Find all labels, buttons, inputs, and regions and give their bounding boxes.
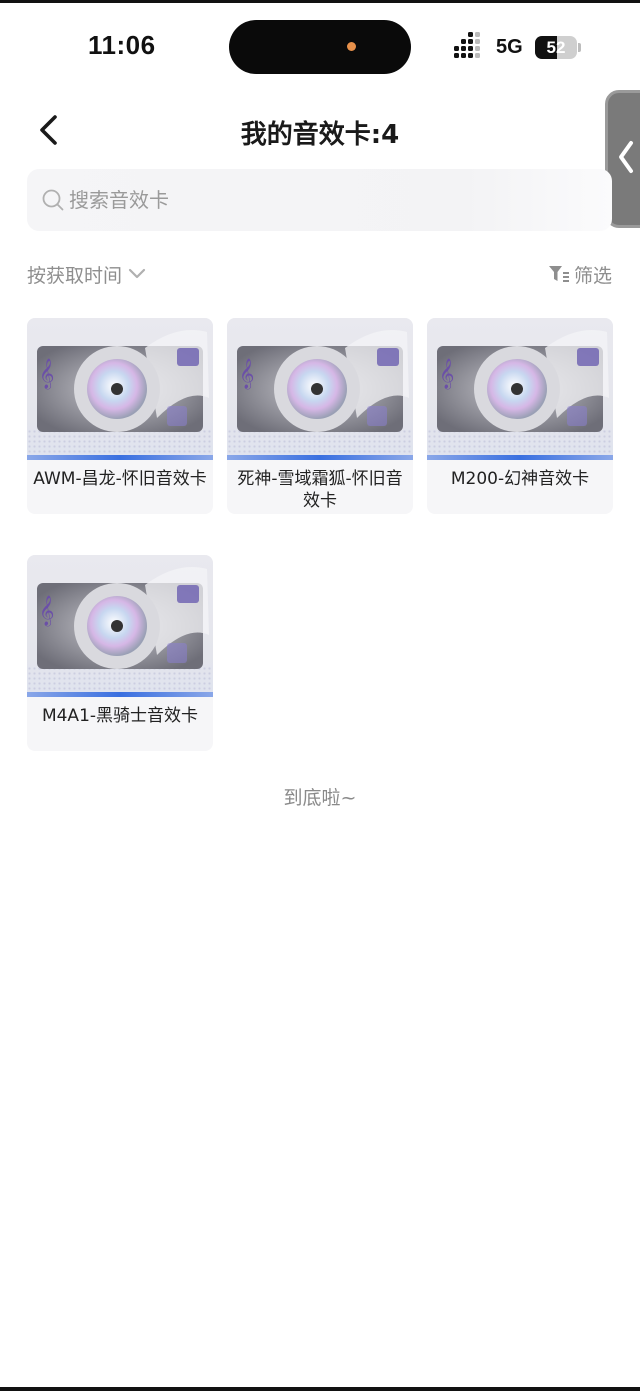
sound-card-name: M200-幻神音效卡 (450, 469, 590, 489)
chevron-down-icon (128, 268, 146, 279)
sound-card-name: M4A1-黑骑士音效卡 (41, 706, 199, 726)
search-icon (42, 189, 64, 211)
sort-dropdown[interactable]: 按获取时间 (27, 260, 146, 288)
sort-label: 按获取时间 (27, 264, 123, 287)
sound-card[interactable]: 𝄞 M200-幻神音效卡 (427, 318, 613, 514)
sound-card-image: 𝄞 (427, 318, 613, 460)
svg-text:𝄞: 𝄞 (239, 358, 254, 390)
cd-disc-icon: 𝄞 (437, 330, 609, 432)
sound-card[interactable]: 𝄞 M4A1-黑骑士音效卡 (27, 555, 213, 751)
status-bar: 11:06 5G 52 (0, 0, 640, 92)
sound-card[interactable]: 𝄞 死神-雪域霜狐-怀旧音效卡 (227, 318, 413, 514)
sound-card-name: 死神-雪域霜狐-怀旧音效卡 (237, 469, 403, 511)
sound-card-name: AWM-昌龙-怀旧音效卡 (33, 469, 207, 489)
filter-icon (548, 266, 569, 282)
svg-text:𝄞: 𝄞 (439, 358, 454, 390)
search-input[interactable] (69, 181, 569, 219)
cd-disc-icon: 𝄞 (37, 567, 209, 669)
cd-disc-icon: 𝄞 (237, 330, 409, 432)
sound-card-image: 𝄞 (27, 555, 213, 697)
sound-card[interactable]: 𝄞 AWM-昌龙-怀旧音效卡 (27, 318, 213, 514)
bottom-border (0, 1387, 640, 1391)
svg-text:𝄞: 𝄞 (39, 358, 54, 390)
cd-disc-icon: 𝄞 (37, 330, 209, 432)
filter-label: 筛选 (573, 264, 612, 287)
status-time: 11:06 (88, 30, 156, 60)
camera-indicator-icon (347, 42, 356, 51)
sound-card-image: 𝄞 (27, 318, 213, 460)
network-type: 5G (496, 36, 523, 58)
sound-card-image: 𝄞 (227, 318, 413, 460)
chevron-left-icon (619, 141, 633, 173)
dynamic-island (229, 20, 411, 74)
svg-text:𝄞: 𝄞 (39, 595, 54, 627)
search-bar[interactable] (27, 169, 612, 231)
filter-button[interactable]: 筛选 (548, 260, 612, 288)
battery-cap (578, 43, 581, 52)
page-title: 我的音效卡:4 (240, 120, 400, 150)
battery-percent: 52 (546, 38, 566, 57)
battery-icon: 52 (535, 36, 577, 59)
cellular-signal-icon (454, 32, 488, 58)
end-of-list-text: 到底啦~ (283, 787, 357, 809)
